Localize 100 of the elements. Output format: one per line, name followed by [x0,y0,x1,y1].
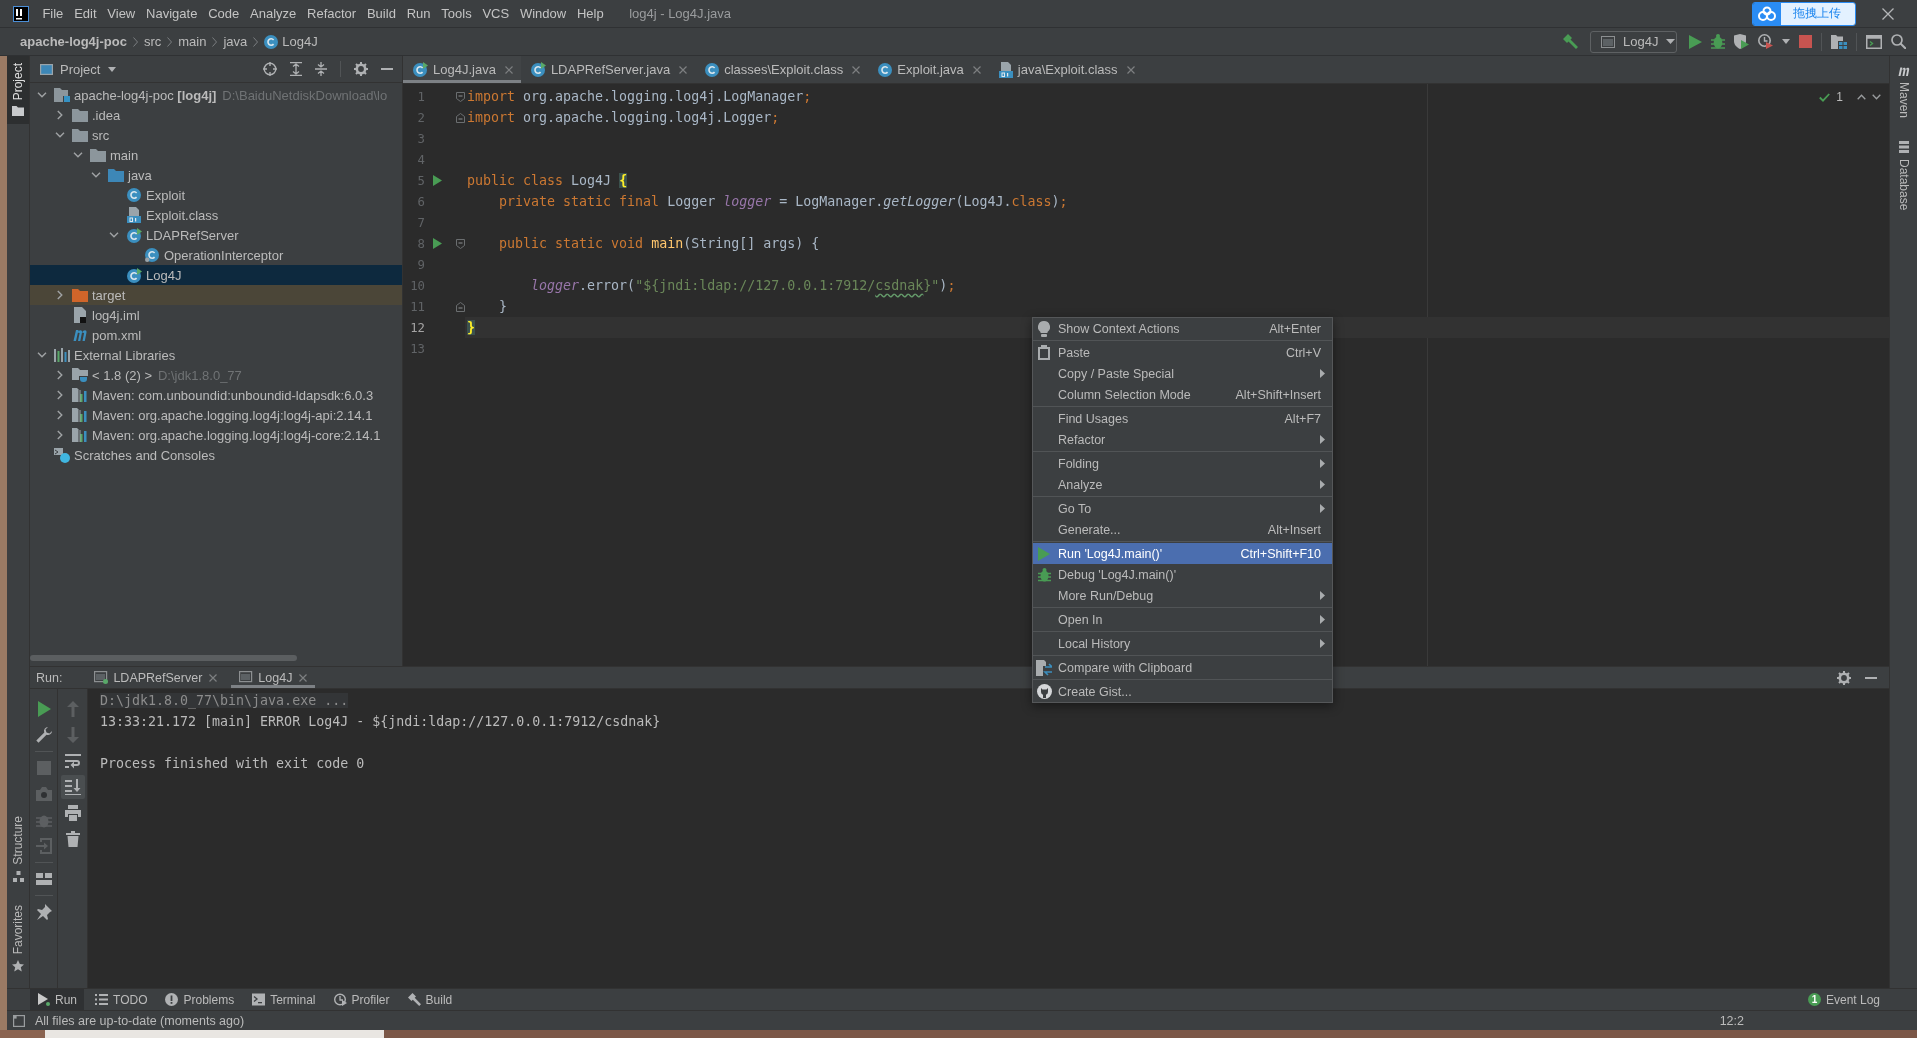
run-marker-icon[interactable] [432,175,442,186]
tree-item[interactable]: target [30,285,402,305]
trash-icon[interactable] [64,831,81,847]
tree-item[interactable]: Exploit.class [30,205,402,225]
menu-item[interactable]: Find Usages Alt+F7 [1033,408,1332,429]
caret-position[interactable]: 12:2 [1719,1013,1744,1028]
menu-item[interactable]: Refactor [1033,429,1332,450]
hammer-icon[interactable] [1563,34,1578,49]
menu-item[interactable]: Edit [68,6,102,21]
breadcrumb[interactable]: java [223,34,248,49]
bug-icon[interactable] [1711,34,1725,49]
window-icon[interactable] [1866,34,1882,49]
chevron-right-icon[interactable] [57,110,63,120]
close-icon[interactable] [1882,7,1894,20]
menu-item[interactable]: Analyze [244,6,302,21]
tree-item[interactable]: .idea [30,105,402,125]
tree-item[interactable]: Maven: org.apache.logging.log4j:log4j-api:2.14.1 [30,405,402,425]
menu-item[interactable]: Local History [1033,633,1332,654]
menu-item[interactable]: Help [571,6,610,21]
close-icon[interactable] [852,65,861,74]
chevron-right-icon[interactable] [57,410,63,420]
folder-grid-icon[interactable] [1831,34,1847,49]
tree-item[interactable]: Exploit [30,185,402,205]
menu-item[interactable]: Copy / Paste Special [1033,363,1332,384]
chevron-down-icon[interactable] [37,352,47,358]
chevron-right-icon[interactable] [57,430,63,440]
editor-tab[interactable]: Exploit.java [868,56,989,83]
tree-item[interactable]: Scratches and Consoles [30,445,402,465]
fold-marker-icon[interactable] [456,91,465,102]
chevron-down-icon[interactable] [55,132,65,138]
menu-item[interactable]: More Run/Debug [1033,585,1332,606]
editor-tab[interactable]: classes\Exploit.class [695,56,869,83]
editor-tab[interactable]: LDAPRefServer.java [520,56,696,83]
horizontal-scrollbar[interactable] [30,655,297,661]
tool-window-tab[interactable]: Favorites [7,897,29,980]
editor-tab[interactable]: java\Exploit.class [988,56,1143,83]
menu-item[interactable]: Build [361,6,402,21]
menu-item[interactable]: Debug 'Log4J.main()' [1033,564,1332,585]
close-icon[interactable] [209,673,218,682]
tree-item[interactable]: src [30,125,402,145]
menu-item[interactable]: Run 'Log4J.main()' Ctrl+Shift+F10 [1033,543,1332,564]
chevron-down-icon[interactable] [37,92,47,98]
tool-window-tab[interactable]: Profiler [326,989,397,1010]
chevron-up-icon[interactable] [1857,94,1866,100]
breadcrumb[interactable]: Log4J [264,34,318,49]
play-icon[interactable] [1689,34,1702,49]
menu-item[interactable]: Paste Ctrl+V [1033,342,1332,363]
breadcrumb[interactable]: apache-log4j-poc [20,34,127,49]
menu-item[interactable]: Navigate [140,6,203,21]
menu-item[interactable]: Create Gist... [1033,681,1332,702]
chevron-down-icon[interactable] [1872,94,1881,100]
wrench-icon[interactable] [35,727,52,743]
editor-tab[interactable]: Log4J.java [403,56,521,83]
menu-item[interactable]: Open In [1033,609,1332,630]
menu-item[interactable]: File [37,6,69,21]
close-icon[interactable] [679,65,688,74]
menu-item[interactable]: Run [401,6,436,21]
chevron-right-icon[interactable] [57,390,63,400]
menu-item[interactable]: Compare with Clipboard [1033,657,1332,678]
printer-icon[interactable] [64,805,81,821]
tool-window-tab[interactable]: Terminal [245,989,323,1010]
tool-window-tab[interactable]: Project [7,56,29,125]
gear-icon[interactable] [354,62,368,76]
run-marker-icon[interactable] [432,238,442,249]
menu-item[interactable]: Window [514,6,572,21]
shield-play-icon[interactable] [1734,34,1749,49]
upload-button[interactable]: 拖拽上传 [1752,1,1856,26]
tree-item[interactable]: Maven: com.unboundid:unboundid-ldapsdk:6.0.3 [30,385,402,405]
layout-icon[interactable] [35,871,52,887]
expand-all-icon[interactable] [290,62,302,76]
caret-down-icon[interactable] [1782,39,1790,44]
menu-item[interactable]: VCS [477,6,515,21]
tool-window-tab[interactable]: Structure [7,808,29,890]
tree-item[interactable]: java [30,165,402,185]
breadcrumb[interactable]: main [178,34,207,49]
tree-item[interactable]: LDAPRefServer [30,225,402,245]
menu-item[interactable]: Code [202,6,245,21]
menu-item[interactable]: Folding [1033,453,1332,474]
crosshair-icon[interactable] [263,62,277,76]
caret-down-icon[interactable] [108,66,117,72]
menu-item[interactable]: View [101,6,141,21]
app-logo-icon[interactable] [13,5,29,22]
collapse-all-icon[interactable] [315,62,327,76]
gear-icon[interactable] [1837,670,1851,685]
search-icon[interactable] [1891,34,1906,49]
event-log-button[interactable]: 1 Event Log [1807,989,1880,1010]
breadcrumb[interactable]: src [143,34,162,49]
tree-item[interactable]: External Libraries [30,345,402,365]
tree-item[interactable]: main [30,145,402,165]
pin-icon[interactable] [35,904,52,920]
tree-item[interactable]: OperationInterceptor [30,245,402,265]
tool-window-tab[interactable]: Database [1890,134,1917,219]
chevron-right-icon[interactable] [57,370,63,380]
menu-item[interactable]: Go To [1033,498,1332,519]
tree-item[interactable]: pom.xml [30,325,402,345]
fold-marker-icon[interactable] [456,112,465,123]
tool-window-tab[interactable]: Build [400,989,460,1010]
panel-toggle-icon[interactable] [13,1014,25,1027]
menu-item[interactable]: Show Context Actions Alt+Enter [1033,318,1332,339]
minimize-icon[interactable] [1865,676,1877,679]
